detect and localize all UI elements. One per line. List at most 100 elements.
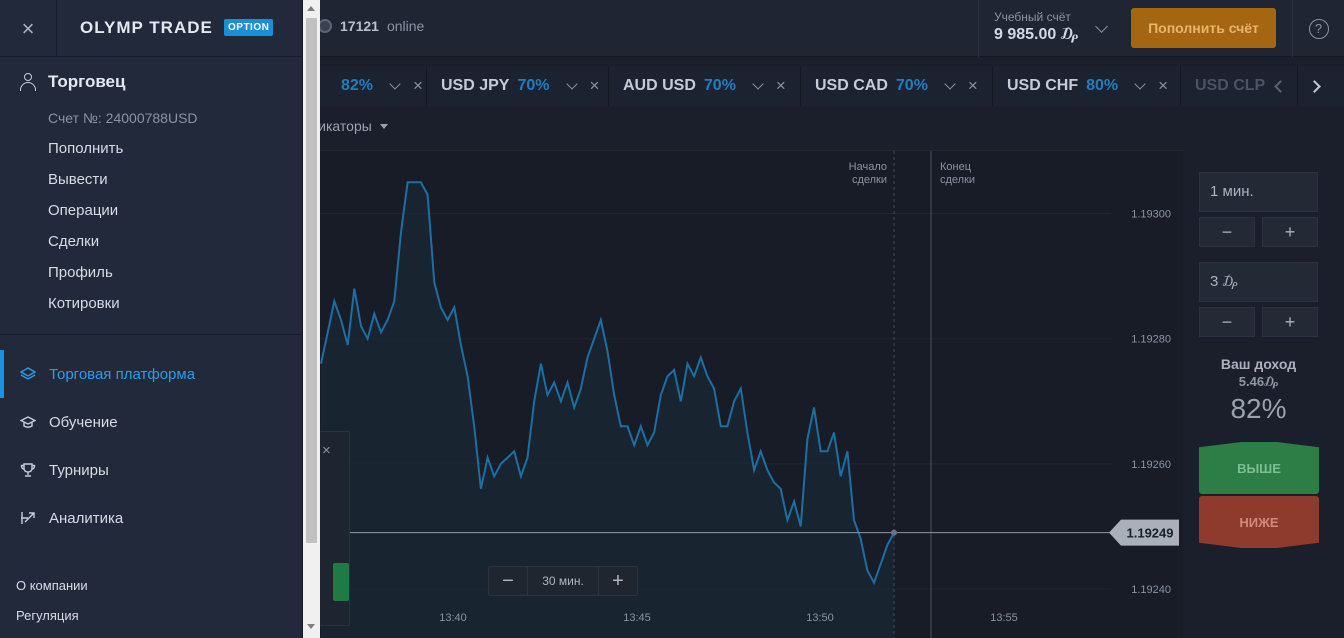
close-icon: × bbox=[21, 15, 35, 41]
y-tick-label: 1.19280 bbox=[1131, 334, 1171, 346]
account-selector[interactable]: Учебный счёт 9 985.00 ₯ bbox=[978, 0, 1116, 57]
close-icon[interactable]: × bbox=[968, 76, 978, 96]
zoom-in-button[interactable]: + bbox=[599, 567, 637, 595]
zoom-out-button[interactable]: − bbox=[489, 567, 527, 595]
amount-plus-button[interactable]: + bbox=[1262, 307, 1318, 337]
chevron-down-icon[interactable] bbox=[944, 78, 956, 90]
tab-asset-name: USD CLP bbox=[1195, 77, 1266, 94]
time-field[interactable]: 1 мин. bbox=[1199, 172, 1318, 212]
close-icon[interactable]: × bbox=[1158, 76, 1168, 96]
time-minus-button[interactable]: − bbox=[1199, 217, 1255, 247]
tab-asset-name: USD JPY bbox=[441, 77, 510, 94]
amount-field[interactable]: 3 ₯ bbox=[1199, 262, 1318, 302]
account-menu: Пополнить Вывести Операции Сделки Профил… bbox=[48, 140, 123, 326]
asset-tab[interactable]: AUD USD 70% × bbox=[609, 66, 801, 106]
trade-panel: 1 мин. − + 3 ₯ − + Ваш доход 5.46₯ 82% В… bbox=[1183, 150, 1344, 638]
asset-tab[interactable]: USD JPY 70% × bbox=[427, 66, 609, 106]
current-price-value: 1.19249 bbox=[1127, 526, 1174, 541]
close-icon[interactable]: × bbox=[413, 76, 423, 96]
zoom-control: − 30 мин. + bbox=[488, 566, 638, 596]
down-button[interactable]: НИЖЕ bbox=[1199, 496, 1319, 548]
amount-minus-button[interactable]: − bbox=[1199, 307, 1255, 337]
zoom-value: 30 мин. bbox=[527, 567, 599, 595]
price-chart[interactable]: Начало сделки Конец сделки 1.19300 1.1928… bbox=[303, 150, 1183, 638]
tab-payout: 70% bbox=[517, 77, 550, 94]
sidebar-menu: × OLYMP TRADE OPTION Торговец Счет №: 24… bbox=[0, 0, 303, 638]
layers-icon bbox=[20, 366, 36, 382]
chart-canvas[interactable]: Начало сделки Конец сделки 1.19300 1.1928… bbox=[303, 151, 1183, 638]
time-plus-button[interactable]: + bbox=[1262, 217, 1318, 247]
chevron-down-icon[interactable] bbox=[1134, 78, 1146, 90]
tab-asset-name: USD CHF bbox=[1007, 77, 1079, 94]
trade-start-label-1: Начало bbox=[849, 161, 887, 173]
menu-item-quotes[interactable]: Котировки bbox=[48, 295, 123, 326]
caret-down-icon bbox=[379, 123, 388, 129]
online-dot-icon bbox=[318, 19, 332, 33]
tab-payout: 82% bbox=[341, 77, 374, 94]
close-sidebar-button[interactable]: × bbox=[0, 0, 57, 57]
chevron-right-icon bbox=[1308, 79, 1321, 93]
x-tick-label: 13:50 bbox=[806, 612, 834, 624]
online-label: online bbox=[386, 18, 425, 34]
deposit-button[interactable]: Пополнить счёт bbox=[1131, 8, 1276, 48]
menu-item-withdraw[interactable]: Вывести bbox=[48, 171, 123, 202]
help-button[interactable]: ? bbox=[1292, 0, 1344, 57]
sidebar-scrollbar[interactable] bbox=[303, 0, 320, 638]
y-tick-label: 1.19240 bbox=[1131, 584, 1171, 596]
menu-item-trades[interactable]: Сделки bbox=[48, 233, 123, 264]
user-name: Торговец bbox=[48, 72, 126, 91]
x-tick-label: 13:45 bbox=[623, 612, 651, 624]
indicators-dropdown[interactable]: дикаторы bbox=[310, 118, 388, 134]
current-price-dot bbox=[891, 529, 897, 536]
trade-start-label-2: сделки bbox=[852, 174, 887, 186]
mini-up-button[interactable] bbox=[333, 563, 349, 601]
sidebar-item-analytics[interactable]: Аналитика bbox=[0, 494, 303, 542]
chevron-down-icon[interactable] bbox=[389, 78, 401, 90]
up-button[interactable]: ВЫШЕ bbox=[1199, 442, 1319, 494]
scrollbar-thumb[interactable] bbox=[306, 18, 317, 543]
online-count: 17121 bbox=[340, 18, 379, 34]
chevron-down-icon[interactable] bbox=[565, 78, 578, 90]
footer-link-about[interactable]: О компании bbox=[16, 578, 88, 608]
account-type-label: Учебный счёт bbox=[994, 10, 1071, 24]
sidebar-item-label: Торговая платформа bbox=[49, 365, 196, 383]
chevron-down-icon[interactable] bbox=[752, 78, 764, 90]
tab-payout: 70% bbox=[895, 77, 928, 94]
menu-item-profile[interactable]: Профиль bbox=[48, 264, 123, 295]
sidebar-item-tournaments[interactable]: Турниры bbox=[0, 446, 303, 494]
analytics-icon bbox=[20, 510, 36, 526]
tabs-next-button[interactable] bbox=[1297, 66, 1331, 106]
tab-payout: 70% bbox=[703, 77, 736, 94]
logo: OLYMP TRADE bbox=[80, 18, 213, 37]
menu-item-operations[interactable]: Операции bbox=[48, 202, 123, 233]
trade-end-label-2: сделки bbox=[940, 174, 975, 186]
close-icon[interactable]: × bbox=[322, 442, 331, 459]
y-tick-label: 1.19300 bbox=[1131, 209, 1171, 221]
trophy-icon bbox=[20, 462, 36, 478]
asset-tab[interactable]: USD CAD 70% × bbox=[801, 66, 993, 106]
scroll-up-icon[interactable] bbox=[307, 6, 315, 11]
account-number: Счет №: 24000788USD bbox=[48, 110, 198, 126]
help-icon: ? bbox=[1308, 18, 1329, 39]
asset-tab[interactable]: 82% × bbox=[303, 66, 427, 106]
tabs-prev-button[interactable] bbox=[1263, 66, 1297, 106]
user-icon bbox=[20, 73, 36, 91]
asset-tabs: 82% × USD JPY 70% × AUD USD 70% × USD CA… bbox=[303, 66, 1344, 106]
asset-tab[interactable]: USD CHF 80% × bbox=[993, 66, 1181, 106]
close-icon[interactable]: × bbox=[590, 76, 600, 96]
sidebar-item-education[interactable]: Обучение bbox=[0, 398, 303, 446]
graduation-cap-icon bbox=[20, 414, 36, 430]
trading-app: 17121 online Учебный счёт 9 985.00 ₯ Поп… bbox=[0, 0, 1344, 638]
y-tick-label: 1.19260 bbox=[1131, 459, 1171, 471]
collapsed-trade-panel: × bbox=[318, 431, 350, 626]
footer-link-regulation[interactable]: Регуляция bbox=[16, 608, 88, 638]
online-indicator: 17121 online bbox=[318, 18, 424, 34]
asset-tab[interactable]: USD CLP bbox=[1181, 66, 1271, 106]
close-icon[interactable]: × bbox=[776, 76, 786, 96]
main-menu: Торговая платформа Обучение Турниры Анал… bbox=[0, 350, 303, 542]
user-profile[interactable]: Торговец bbox=[20, 72, 125, 92]
income-value: 5.46₯ bbox=[1238, 374, 1279, 389]
menu-item-deposit[interactable]: Пополнить bbox=[48, 140, 123, 171]
sidebar-item-trading-platform[interactable]: Торговая платформа bbox=[0, 350, 303, 398]
scroll-down-icon[interactable] bbox=[307, 624, 315, 629]
